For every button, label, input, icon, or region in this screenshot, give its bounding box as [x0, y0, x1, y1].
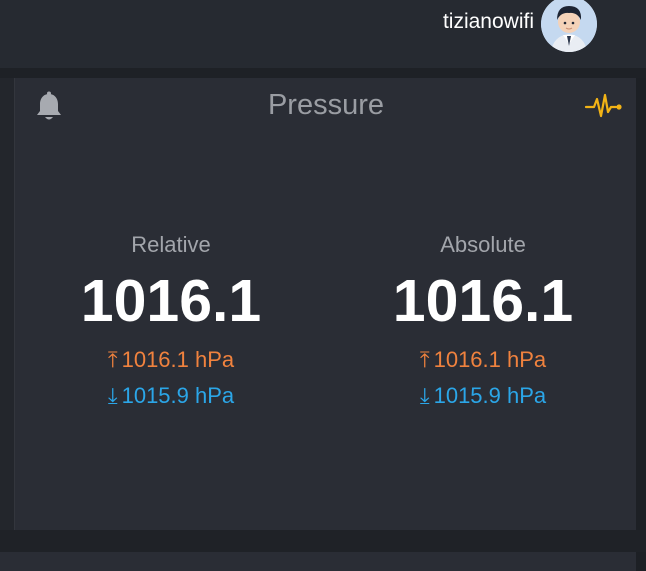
min-arrow-icon: ⤓: [419, 383, 430, 408]
absolute-label: Absolute: [440, 232, 526, 257]
max-arrow-icon: ⤒: [107, 347, 118, 372]
max-arrow-icon: ⤒: [419, 347, 430, 372]
relative-label: Relative: [131, 232, 211, 257]
header-divider: [0, 68, 646, 78]
absolute-min: ⤓ 1015.9 hPa: [363, 378, 603, 414]
relative-min-value: 1015.9 hPa: [121, 383, 235, 408]
absolute-min-value: 1015.9 hPa: [433, 383, 547, 408]
relative-max: ⤒ 1016.1 hPa: [51, 342, 291, 378]
top-bar: tizianowifi: [0, 0, 646, 68]
pressure-card: Pressure Relative 1016.1 ⤒ 1016.1 hPa ⤓ 10…: [14, 78, 637, 530]
section-divider: [0, 530, 646, 552]
avatar[interactable]: [541, 0, 597, 52]
min-arrow-icon: ⤓: [107, 383, 118, 408]
absolute-value: 1016.1: [392, 268, 574, 334]
pulse-icon[interactable]: [584, 90, 624, 124]
relative-min: ⤓ 1015.9 hPa: [51, 378, 291, 414]
scrollbar-track[interactable]: [636, 78, 646, 571]
absolute-max: ⤒ 1016.1 hPa: [363, 342, 603, 378]
absolute-column: Absolute 1016.1 ⤒ 1016.1 hPa ⤓ 1015.9 hPa: [363, 230, 603, 414]
relative-column: Relative 1016.1 ⤒ 1016.1 hPa ⤓ 1015.9 hPa: [51, 230, 291, 414]
relative-max-value: 1016.1 hPa: [121, 347, 235, 372]
avatar-image: [541, 0, 597, 52]
next-card-edge: [0, 552, 636, 571]
username[interactable]: tizianowifi: [443, 8, 534, 36]
absolute-max-value: 1016.1 hPa: [433, 347, 547, 372]
card-title: Pressure: [267, 89, 385, 121]
relative-value: 1016.1: [80, 268, 262, 334]
